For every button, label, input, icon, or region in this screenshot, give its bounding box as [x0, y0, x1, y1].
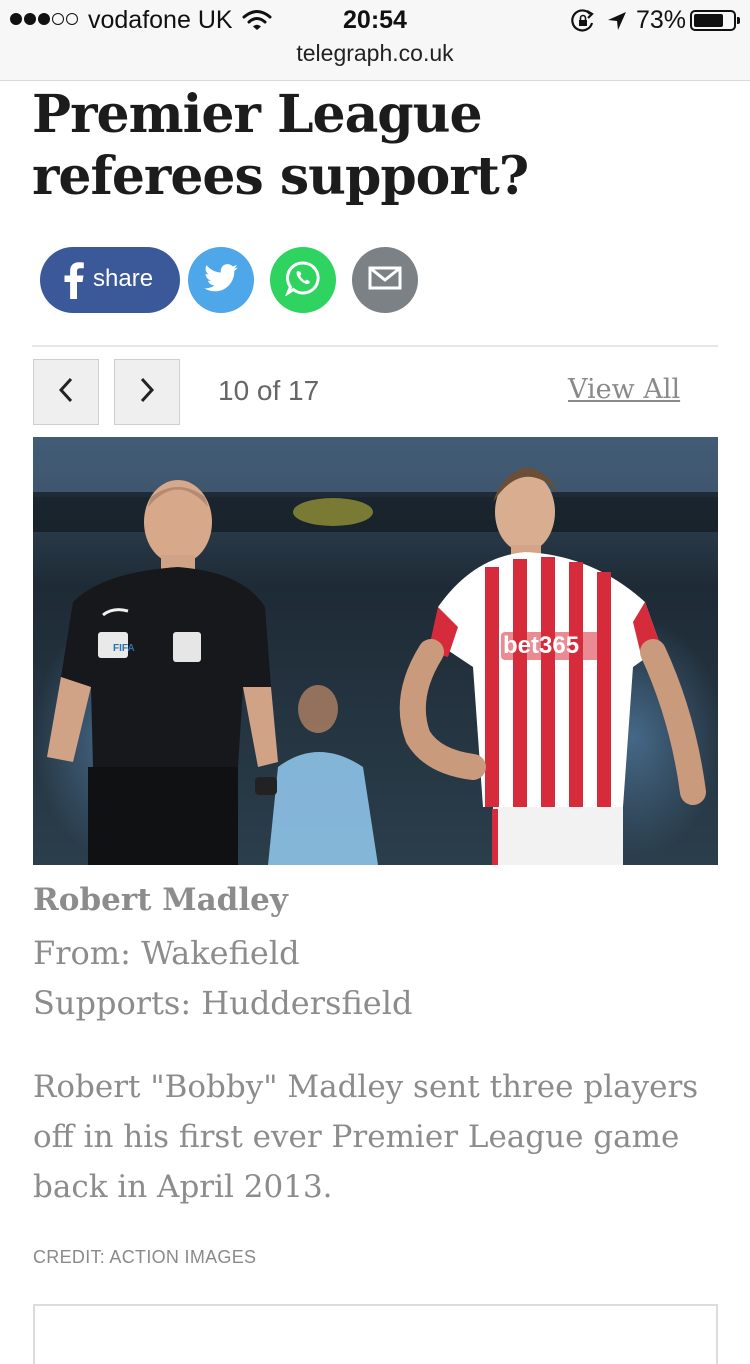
facebook-share-label: share — [93, 265, 154, 292]
browser-status-bar: vodafone UK 20:54 73% telegraph.co.uk — [0, 0, 750, 81]
battery-icon — [690, 10, 740, 31]
fifa-badge-text: FIFA — [113, 643, 135, 654]
next-content-card — [33, 1304, 718, 1364]
caption-name: Robert Madley — [33, 882, 288, 918]
shirt-sponsor-text: bet365 — [503, 632, 579, 659]
previous-slide-button[interactable] — [33, 359, 99, 425]
caption-body: Robert "Bobby" Madley sent three players… — [33, 1069, 699, 1205]
email-share-button[interactable] — [352, 247, 418, 313]
facebook-share-button[interactable]: share — [40, 247, 180, 313]
view-all-link[interactable]: View All — [568, 374, 680, 405]
status-row: vodafone UK 20:54 73% — [0, 0, 750, 42]
article-headline: Premier League referees support? — [32, 84, 529, 207]
chevron-left-icon — [58, 377, 74, 408]
caption-from: From: Wakefield — [33, 934, 300, 972]
address-bar-url[interactable]: telegraph.co.uk — [0, 40, 750, 67]
twitter-share-button[interactable] — [188, 247, 254, 313]
envelope-icon — [368, 265, 402, 296]
divider — [32, 345, 718, 347]
battery-percent: 73% — [636, 6, 687, 34]
gallery-counter: 10 of 17 — [218, 375, 320, 406]
chevron-right-icon — [139, 377, 155, 408]
facebook-icon — [64, 261, 84, 304]
whatsapp-share-button[interactable] — [270, 247, 336, 313]
photo-credit: CREDIT: ACTION IMAGES — [33, 1247, 257, 1267]
twitter-bird-icon — [204, 263, 238, 297]
gallery-photo: FIFA bet365 — [33, 437, 718, 865]
location-arrow-icon — [606, 10, 628, 37]
whatsapp-icon — [284, 260, 321, 301]
caption-supports: Supports: Huddersfield — [33, 984, 413, 1022]
next-slide-button[interactable] — [114, 359, 180, 425]
rotation-lock-icon — [570, 9, 596, 38]
